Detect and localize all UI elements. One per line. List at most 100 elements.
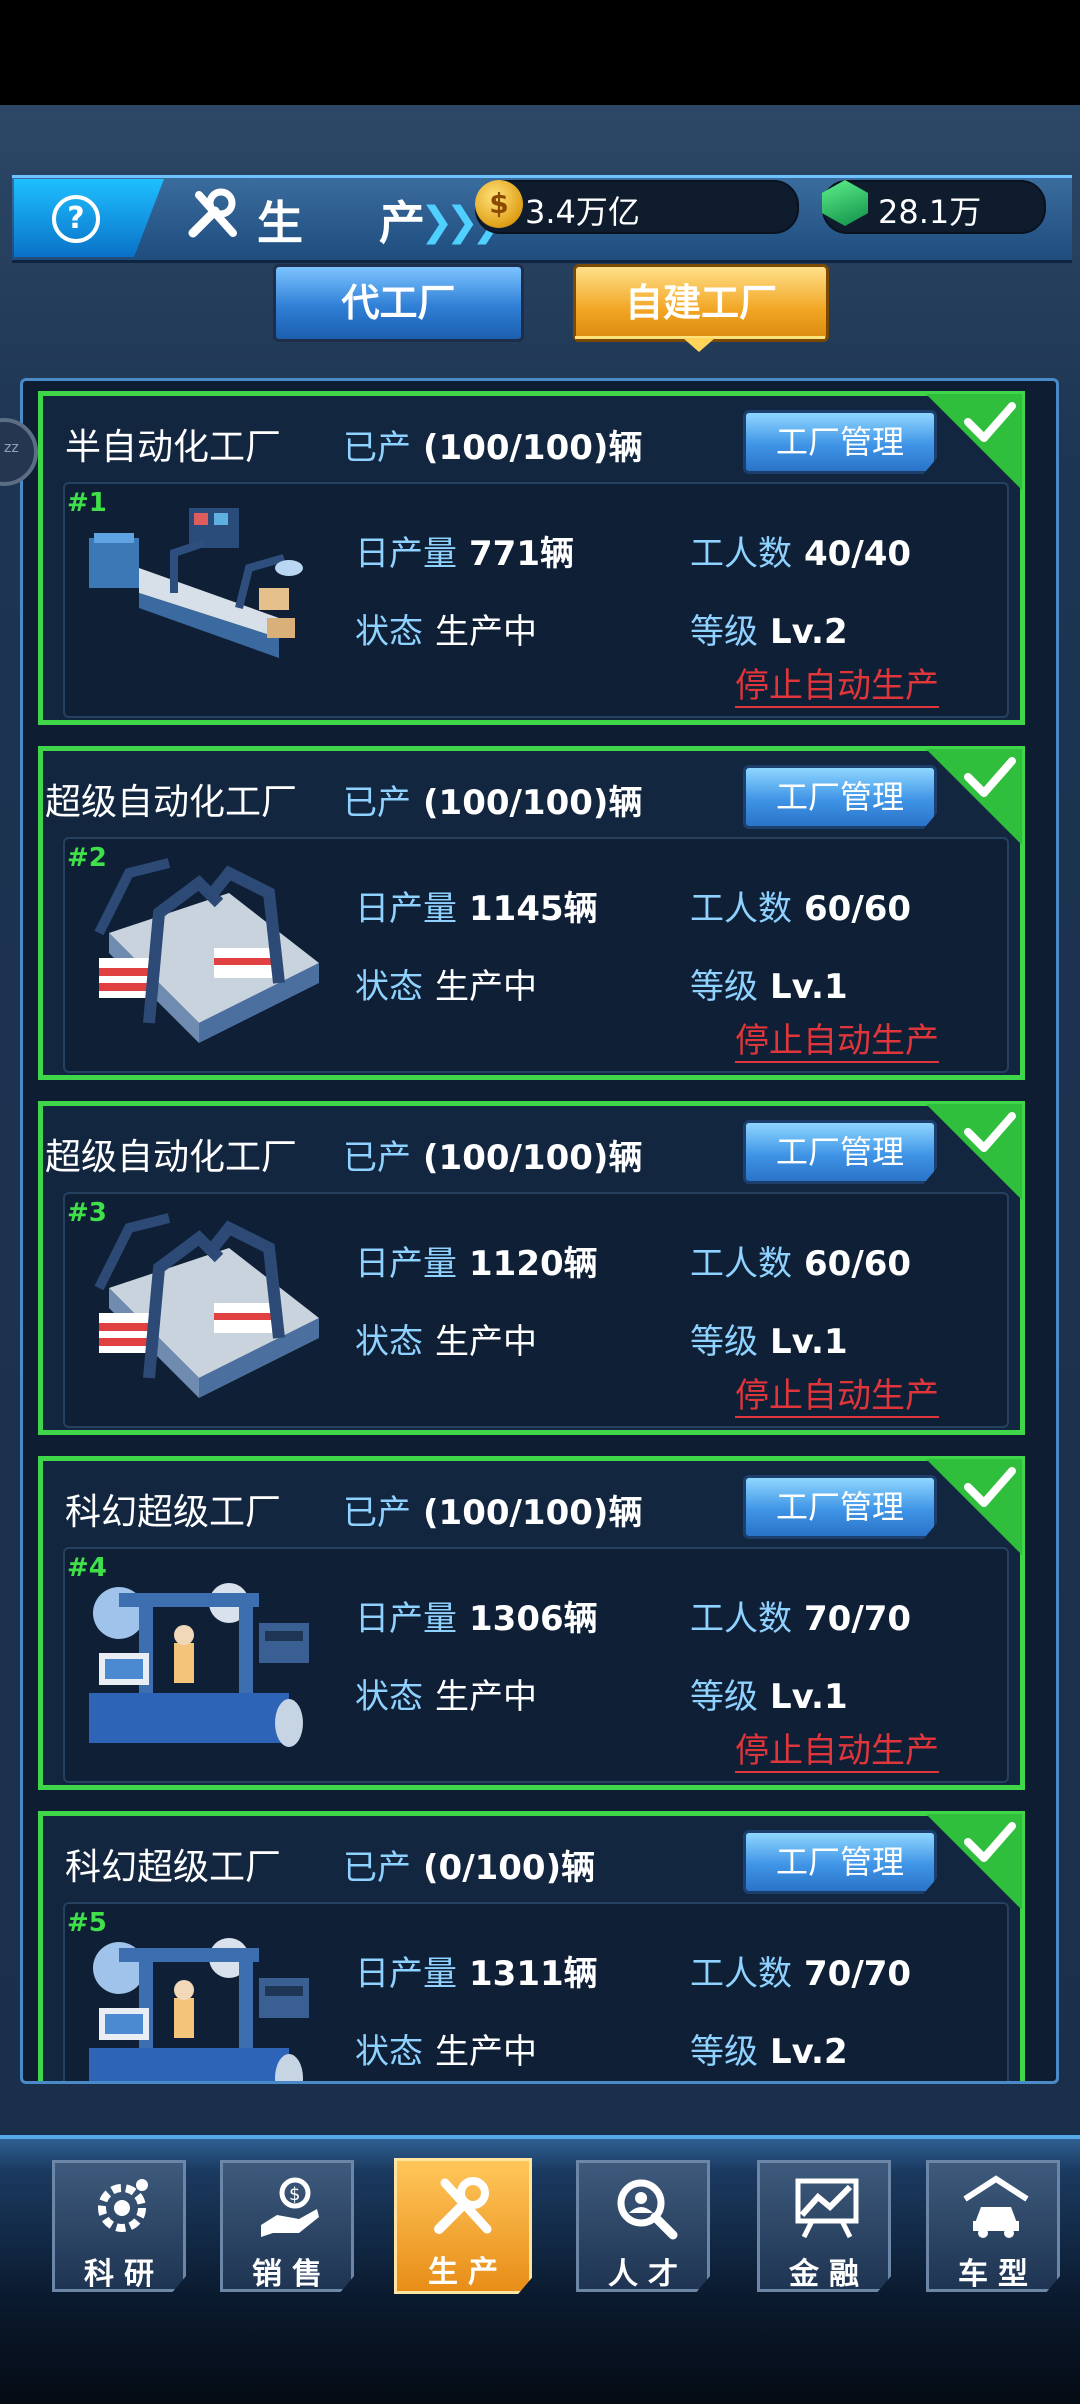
selected-check-badge[interactable] xyxy=(926,394,1022,490)
svg-text:$: $ xyxy=(289,2184,300,2205)
daily-output-value: 1306辆 xyxy=(469,1599,598,1639)
super-auto-factory-image xyxy=(94,858,319,1043)
daily-output-value: 1311辆 xyxy=(469,1954,598,1994)
daily-output-label: 日产量 xyxy=(355,1244,457,1284)
selected-check-badge[interactable] xyxy=(926,749,1022,845)
tab-own-factory[interactable]: 自建工厂 xyxy=(573,264,829,342)
worker-count-value: 70/70 xyxy=(804,1954,912,1994)
status-value: 生产中 xyxy=(435,612,537,652)
worker-count: 工人数 70/70 xyxy=(690,1591,911,1640)
check-icon xyxy=(964,402,1016,442)
selected-check-badge[interactable] xyxy=(926,1814,1022,1910)
active-tab-pointer xyxy=(683,338,715,352)
daily-output-label: 日产量 xyxy=(355,534,457,574)
produced-count: 已产 (100/100)辆 xyxy=(343,420,642,469)
factory-level: 等级 Lv.1 xyxy=(690,1669,848,1718)
worker-count-label: 工人数 xyxy=(690,1954,792,1994)
factory-details: #5 日产量1311辆 工人数70/70 状态生产中 等级Lv.2 停止自动生产 xyxy=(63,1902,1009,2081)
car-garage-icon xyxy=(963,2175,1029,2238)
factory-level: 等级 Lv.1 xyxy=(690,1314,848,1363)
selected-check-badge[interactable] xyxy=(926,1104,1022,1200)
selected-check-badge[interactable] xyxy=(926,1459,1022,1555)
produced-value: (100/100)辆 xyxy=(423,783,643,823)
produced-value: (0/100)辆 xyxy=(423,1848,596,1888)
coin-icon: $ xyxy=(475,180,523,228)
daily-output: 日产量 1120辆 xyxy=(355,1236,598,1285)
level-label: 等级 xyxy=(690,612,758,652)
scifi-factory-image xyxy=(89,1583,309,1747)
nav-tab-4[interactable]: 人才 xyxy=(576,2160,710,2292)
produced-value: (100/100)辆 xyxy=(423,1138,643,1178)
produced-label: 已产 xyxy=(343,1138,411,1178)
produced-count: 已产 (100/100)辆 xyxy=(343,1130,642,1179)
factory-name: 半自动化工厂 xyxy=(65,427,282,468)
coin-balance: $ 3.4万亿 xyxy=(475,180,799,234)
gem-icon xyxy=(822,180,868,226)
nav-tab-1[interactable]: 科研 xyxy=(52,2160,186,2292)
check-icon xyxy=(964,1112,1016,1152)
produced-value: (100/100)辆 xyxy=(423,428,643,468)
stop-auto-production-link[interactable]: 停止自动生产 xyxy=(735,666,939,708)
daily-output-value: 1120辆 xyxy=(469,1244,598,1284)
nav-label: 人才 xyxy=(608,2257,688,2292)
worker-count-label: 工人数 xyxy=(690,534,792,574)
super-auto-factory-image xyxy=(94,1213,319,1398)
produced-count: 已产 (0/100)辆 xyxy=(343,1840,595,1889)
level-value: Lv.1 xyxy=(770,967,848,1007)
tab-oem-factory[interactable]: 代工厂 xyxy=(273,264,524,342)
nav-label: 科研 xyxy=(84,2257,164,2292)
stop-auto-production-link[interactable]: 停止自动生产 xyxy=(735,1731,939,1773)
nav-tab-6[interactable]: 车型 xyxy=(926,2160,1060,2292)
factory-name: 科幻超级工厂 xyxy=(65,1847,282,1888)
worker-count: 工人数 40/40 xyxy=(690,526,911,575)
stop-auto-production-link[interactable]: 停止自动生产 xyxy=(735,1376,939,1418)
sales-hand-money-icon: $ xyxy=(261,2177,319,2237)
factory-card: 半自动化工厂 已产 (100/100)辆 工厂管理 #1 日产量 771辆 工人数 4… xyxy=(38,391,1025,725)
worker-count: 工人数 70/70 xyxy=(690,1946,911,1995)
coin-amount: 3.4万亿 xyxy=(525,193,640,231)
factory-card: 科幻超级工厂 已产 (0/100)辆 工厂管理 #5 日产量 1311辆 工人数 70… xyxy=(38,1811,1025,2081)
factory-details: #2 日产量 1145辆 工人数 60/60 状态 生产中 等级 Lv.1 停止自动生产 xyxy=(63,837,1009,1073)
nav-tab-5[interactable]: 金融 xyxy=(757,2160,891,2292)
status-bar xyxy=(0,0,1080,105)
daily-output: 日产量 1311辆 xyxy=(355,1946,598,1995)
factory-manage-button[interactable]: 工厂管理 xyxy=(743,410,937,474)
factory-manage-button[interactable]: 工厂管理 xyxy=(743,1475,937,1539)
worker-count-value: 40/40 xyxy=(804,534,912,574)
factory-manage-button[interactable]: 工厂管理 xyxy=(743,765,937,829)
worker-count-label: 工人数 xyxy=(690,889,792,929)
produced-value: (100/100)辆 xyxy=(423,1493,643,1533)
daily-output: 日产量 771辆 xyxy=(355,526,574,575)
factory-status: 状态 生产中 xyxy=(355,1669,537,1718)
worker-count: 工人数 60/60 xyxy=(690,1236,911,1285)
factory-name: 科幻超级工厂 xyxy=(65,1492,282,1533)
produced-label: 已产 xyxy=(343,428,411,468)
worker-count-label: 工人数 xyxy=(690,1599,792,1639)
daily-output: 日产量 1306辆 xyxy=(355,1591,598,1640)
factory-manage-button[interactable]: 工厂管理 xyxy=(743,1120,937,1184)
nav-tab-2[interactable]: $ 销售 xyxy=(220,2160,354,2292)
factory-status: 状态 生产中 xyxy=(355,2024,537,2073)
factory-status: 状态 生产中 xyxy=(355,959,537,1008)
factory-details: #3 日产量 1120辆 工人数 60/60 状态 生产中 等级 Lv.1 停止自动生产 xyxy=(63,1192,1009,1428)
nav-label: 金融 xyxy=(789,2257,869,2292)
level-value: Lv.1 xyxy=(770,1677,848,1717)
factory-manage-button[interactable]: 工厂管理 xyxy=(743,1830,937,1894)
stop-auto-production-link[interactable]: 停止自动生产 xyxy=(735,1021,939,1063)
level-label: 等级 xyxy=(690,1677,758,1717)
factory-name: 超级自动化工厂 xyxy=(45,782,298,823)
factory-list[interactable]: 半自动化工厂 已产 (100/100)辆 工厂管理 #1 日产量 771辆 工人数 4… xyxy=(20,378,1059,2084)
produced-label: 已产 xyxy=(343,1848,411,1888)
daily-output-label: 日产量 xyxy=(355,889,457,929)
daily-output-label: 日产量 xyxy=(355,1954,457,1994)
gem-amount: 28.1万 xyxy=(878,193,982,231)
status-value: 生产中 xyxy=(435,2032,537,2072)
nav-label: 生产 xyxy=(428,2255,508,2290)
factory-details: #4 日产量 1306辆 工人数 70/70 状态 生产中 等级 Lv.1 停止自动生产 xyxy=(63,1547,1009,1783)
level-value: Lv.1 xyxy=(770,1322,848,1362)
worker-count-value: 60/60 xyxy=(804,889,912,929)
question-icon: ? xyxy=(52,195,100,243)
daily-output-value: 771辆 xyxy=(469,534,574,574)
nav-tab-3[interactable]: 生产 xyxy=(394,2158,532,2294)
check-icon xyxy=(964,1822,1016,1862)
